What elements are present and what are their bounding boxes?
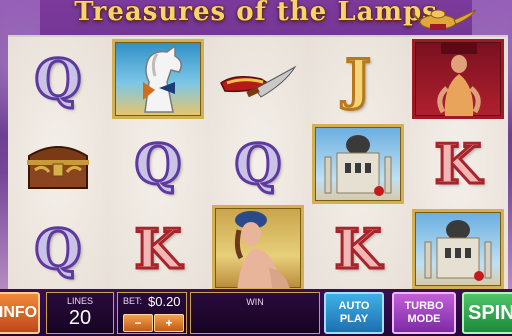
reel-cell: Q [8,37,108,121]
bet-label: BET: [123,296,143,306]
palace-symbol [412,209,504,289]
auto-play-label-line2: PLAY [339,313,369,325]
treasure-chest-icon [27,146,89,189]
reel-cell: J [308,37,408,121]
reel-5: K [408,37,508,291]
dagger-icon [220,65,297,98]
spin-button[interactable]: SPIN [462,292,512,334]
symbol-q: Q [233,132,283,196]
symbol-j: J [344,47,373,111]
symbol-k: K [333,217,383,281]
symbol-k: K [433,132,483,196]
auto-play-label-line1: AUTO [338,300,370,312]
reel-cell [8,122,108,206]
reel-cell: K [308,207,408,291]
reel-area: Q Q Q K Q J K K [8,35,508,291]
princess-icon [234,211,290,288]
symbol-k: K [133,217,183,281]
reel-cell: K [108,207,208,291]
palace-icon [424,220,492,281]
auto-play-button[interactable]: AUTO PLAY [324,292,384,334]
reel-cell: K [408,122,508,206]
reel-cell: Q [108,122,208,206]
turbo-label-line2: MODE [407,313,441,325]
bet-value: $0.20 [148,294,181,309]
reel-4: J K [308,37,409,291]
reel-1: Q Q [8,37,109,291]
reel-cell [208,37,308,121]
magic-lamp-icon [412,9,477,30]
reel-cell [108,37,208,121]
symbol-q: Q [33,217,83,281]
lines-label: LINES [66,296,93,306]
turbo-mode-button[interactable]: TURBO MODE [392,292,456,334]
reel-cell [308,122,408,206]
reel-2: Q K [108,37,209,291]
palace-symbol [312,124,404,204]
symbol-q: Q [33,47,83,111]
princess-symbol [212,205,304,291]
white-horse-icon [143,44,182,113]
palace-icon [324,135,392,196]
info-button[interactable]: INFO [0,292,40,334]
lines-value: 20 [68,307,92,329]
lines-panel: LINES 20 [46,292,114,334]
bet-decrease-button[interactable]: − [123,314,153,332]
win-label: WIN [246,297,264,307]
turbo-label-line1: TURBO [404,300,444,312]
reel-cell: Q [8,207,108,291]
reel-cell [408,37,508,121]
bet-panel: BET: $0.20 − + [117,292,187,334]
dancer-icon [437,42,481,116]
win-panel: WIN [190,292,320,334]
reel-cell [408,207,508,291]
reel-cell: Q [208,122,308,206]
symbol-q: Q [133,132,183,196]
dancer-symbol [412,39,504,119]
white-horse-symbol [112,39,204,119]
reel-3: Q [208,37,309,291]
bet-increase-button[interactable]: + [154,314,184,332]
